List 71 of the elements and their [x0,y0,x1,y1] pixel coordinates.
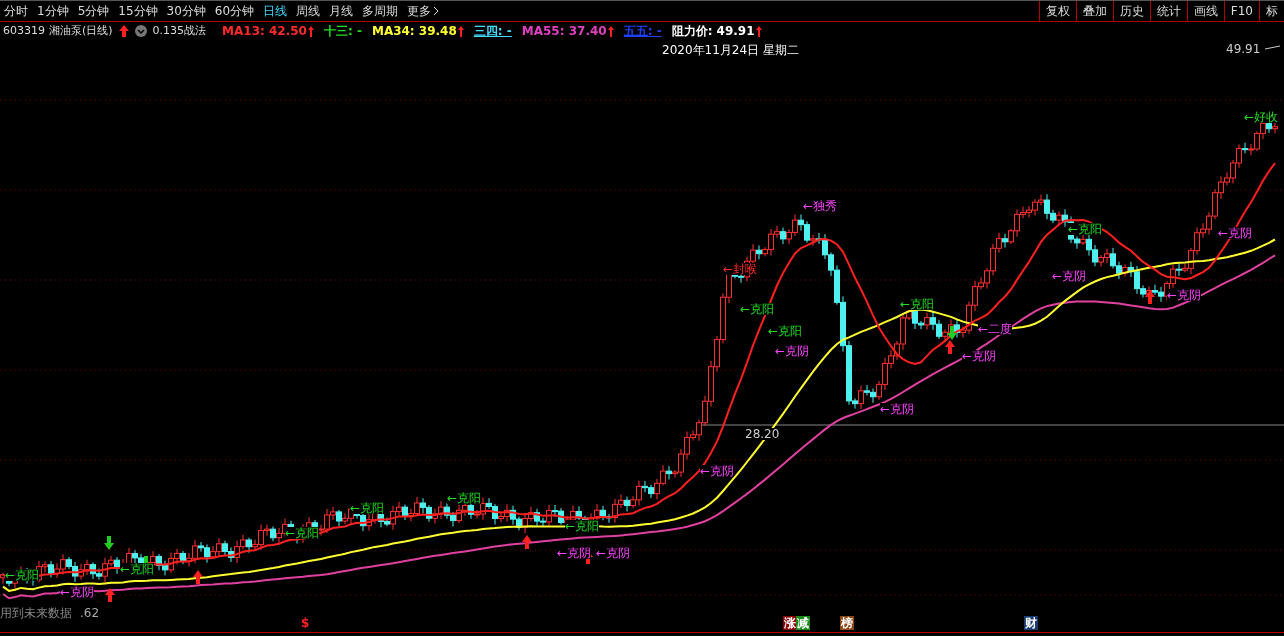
period-tab[interactable]: 多周期 [362,5,399,17]
signal-label: ←克阳 [120,563,155,575]
period-tab[interactable]: 分时 [4,5,28,17]
signal-label: ←克阴 [1052,270,1087,282]
toolbar-action-button[interactable]: 复权 [1038,1,1076,21]
stock-code: 603319 [3,22,45,39]
signal-label: ←克阴 [596,547,631,559]
signal-label: ←克阳 [350,502,385,514]
signal-label: ←克阴 [1218,227,1253,239]
event-tag[interactable]: 榜 [840,616,854,630]
toolbar-action-button[interactable]: 历史 [1112,1,1150,21]
signal-label: ←封喉 [723,263,758,275]
period-tab[interactable]: 15分钟 [118,5,158,17]
signal-label: ←克阳 [900,298,935,310]
signal-label: ←克阳 [1068,223,1103,235]
signal-label: ←克阴 [700,465,735,477]
indicator-value: MA34: 39.48 [371,23,457,40]
toolbar-action-button[interactable]: F10 [1223,1,1259,21]
event-tag[interactable]: 财 [1024,616,1038,630]
signal-label: ←克阴 [775,345,810,357]
signal-label: ←克阳 [285,527,320,539]
signal-label: ←克阳 [768,325,803,337]
indicator-value: MA55: 37.40 [521,23,607,40]
toolbar-action-button[interactable]: 叠加 [1075,1,1113,21]
event-tag[interactable]: $ [300,616,311,630]
period-tab[interactable]: 60分钟 [214,5,255,17]
strategy-name: 0.135战法 [152,22,207,39]
indicator-value: 三四: - [473,23,512,40]
period-tab[interactable]: 周线 [296,5,321,17]
indicator-value: 五五: - [623,23,662,40]
period-tab[interactable]: 5分钟 [77,5,110,17]
signal-label: ←克阳 [740,303,775,315]
period-tab[interactable]: 日线 [263,5,288,17]
dropdown-circle-icon[interactable] [134,25,147,37]
signal-label: ←好收 [1244,111,1279,123]
crosshair-price-label: 28.20 [745,428,780,440]
low-price-label: .62 [80,605,100,622]
down-arrow-icon [947,326,957,340]
up-arrow-icon [193,570,203,584]
toolbar-action-button[interactable]: 标 [1259,1,1284,21]
down-arrow-icon [104,536,114,550]
signal-label: ←克阳 [5,569,40,581]
period-tab[interactable]: 30分钟 [166,5,206,17]
signal-label: ←克阴 [962,350,997,362]
toolbar-action-button[interactable]: 统计 [1149,1,1187,21]
up-arrow-icon [105,588,115,602]
date-label: 2020年11月24日 星期二 [662,42,799,59]
period-tab[interactable]: 月线 [329,5,354,17]
signal-label: ←克阳 [565,520,600,532]
indicator-value: 十三: - [323,23,362,40]
signal-label: ←克阴 [880,403,915,415]
signal-label: ←克阴 [557,547,592,559]
up-arrow-icon [945,340,955,354]
period-tab[interactable]: 1分钟 [37,5,69,17]
price-marker-label: 49.91 [1226,41,1261,58]
stock-name: 湘油泵(日线) [49,22,113,39]
chevron-right-icon [433,6,440,16]
signal-label: ←克阴 [60,586,95,598]
future-data-note: 用到未来数据 [0,605,72,622]
more-button[interactable]: 更多 [407,5,440,17]
signal-label: ←二度 [978,323,1013,335]
indicator-value: 阻力价: 49.91 [671,23,755,40]
up-arrow-icon [118,25,129,37]
event-tag[interactable]: 减 [796,616,810,630]
signal-label: ←独秀 [803,200,838,212]
up-arrow-icon [1145,290,1155,304]
indicator-value: MA13: 42.50 [222,23,307,40]
signal-label: ←克阴 [1167,289,1202,301]
toolbar-action-button[interactable]: 画线 [1186,1,1224,21]
event-tag[interactable]: 涨 [783,616,797,630]
up-arrow-icon [522,535,532,549]
